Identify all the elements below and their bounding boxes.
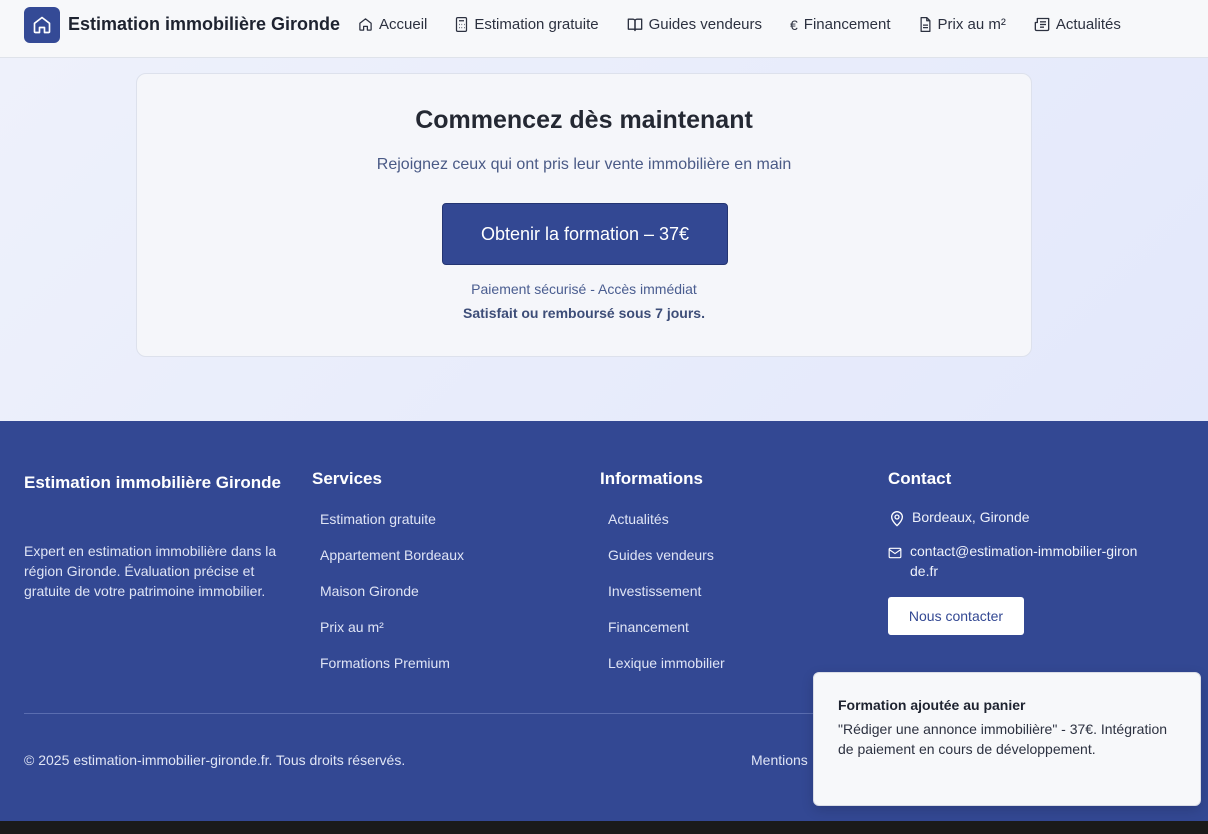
guarantee-text: Satisfait ou remboursé sous 7 jours.: [463, 305, 705, 321]
main-section: Commencez dès maintenant Rejoignez ceux …: [0, 58, 1208, 421]
nav-label: Accueil: [379, 16, 428, 33]
newspaper-icon: [1034, 17, 1050, 32]
contact-button[interactable]: Nous contacter: [888, 597, 1024, 635]
nav-item-accueil[interactable]: Accueil: [358, 16, 427, 33]
footer-contact-title: Contact: [888, 469, 952, 488]
euro-icon: €: [790, 16, 798, 33]
footer-link[interactable]: Prix au m²: [320, 619, 464, 655]
footer-services: Services Estimation gratuite Appartement…: [312, 469, 464, 691]
calculator-icon: [456, 17, 468, 32]
window-bottom-edge: [0, 821, 1208, 834]
mail-icon: [888, 547, 902, 559]
nav-item-financement[interactable]: € Financement: [790, 16, 891, 33]
footer-informations: Informations Actualités Guides vendeurs …: [600, 469, 725, 691]
footer-link[interactable]: Formations Premium: [320, 655, 464, 691]
footer-link[interactable]: Estimation gratuite: [320, 511, 464, 547]
copyright-text: © 2025 estimation-immobilier-gironde.fr.…: [24, 752, 406, 768]
contact-location: Bordeaux, Gironde: [890, 509, 1148, 527]
book-icon: [627, 18, 642, 32]
site-header: Estimation immobilière Gironde Accueil E…: [0, 0, 1208, 58]
nav-label: Guides vendeurs: [648, 16, 762, 33]
home-icon: [359, 18, 372, 31]
buy-formation-button[interactable]: Obtenir la formation – 37€: [442, 203, 728, 265]
contact-location-text: Bordeaux, Gironde: [912, 509, 1030, 525]
footer-link[interactable]: Maison Gironde: [320, 583, 464, 619]
footer-link[interactable]: Financement: [608, 619, 725, 655]
contact-email-text: contact@estimation-immobilier-gironde.fr: [910, 543, 1138, 579]
cta-subtitle: Rejoignez ceux qui ont pris leur vente i…: [376, 156, 792, 173]
footer-link[interactable]: Actualités: [608, 511, 725, 547]
footer-contact: Contact Bordeaux, Gironde contact@estima…: [888, 469, 1148, 581]
mentions-link[interactable]: Mentions: [751, 752, 808, 768]
footer-link[interactable]: Investissement: [608, 583, 725, 619]
footer-link[interactable]: Lexique immobilier: [608, 655, 725, 691]
cta-title: Commencez dès maintenant: [415, 106, 753, 134]
nav-label: Prix au m²: [937, 16, 1006, 33]
footer-brand: Estimation immobilière Gironde: [24, 473, 281, 492]
nav-item-guides[interactable]: Guides vendeurs: [627, 16, 762, 33]
toast-title: Formation ajoutée au panier: [838, 697, 1026, 713]
document-icon: [920, 17, 931, 32]
secure-payment-text: Paiement sécurisé - Accès immédiat: [471, 281, 697, 297]
cart-toast[interactable]: Formation ajoutée au panier "Rédiger une…: [813, 672, 1201, 806]
main-nav: Accueil Estimation gratuite Guides vende…: [358, 16, 1149, 33]
toast-body: "Rédiger une annonce immobilière" - 37€.…: [838, 721, 1168, 757]
footer-services-title: Services: [312, 469, 382, 488]
footer-link[interactable]: Guides vendeurs: [608, 547, 725, 583]
nav-label: Actualités: [1055, 16, 1121, 33]
nav-item-actualites[interactable]: Actualités: [1034, 16, 1121, 33]
nav-item-estimation[interactable]: Estimation gratuite: [455, 16, 599, 33]
nav-item-prix[interactable]: Prix au m²: [919, 16, 1006, 33]
site-brand[interactable]: Estimation immobilière Gironde: [68, 14, 340, 35]
cta-card: Commencez dès maintenant Rejoignez ceux …: [136, 73, 1032, 357]
nav-label: Financement: [803, 16, 891, 33]
contact-email[interactable]: contact@estimation-immobilier-gironde.fr: [888, 541, 1148, 581]
map-pin-icon: [890, 511, 904, 527]
footer-informations-title: Informations: [600, 469, 703, 488]
footer-description: Expert en estimation immobilière dans la…: [24, 543, 277, 599]
nav-label: Estimation gratuite: [474, 16, 599, 33]
footer-link[interactable]: Appartement Bordeaux: [320, 547, 464, 583]
home-icon: [33, 16, 51, 34]
logo[interactable]: [24, 7, 60, 43]
